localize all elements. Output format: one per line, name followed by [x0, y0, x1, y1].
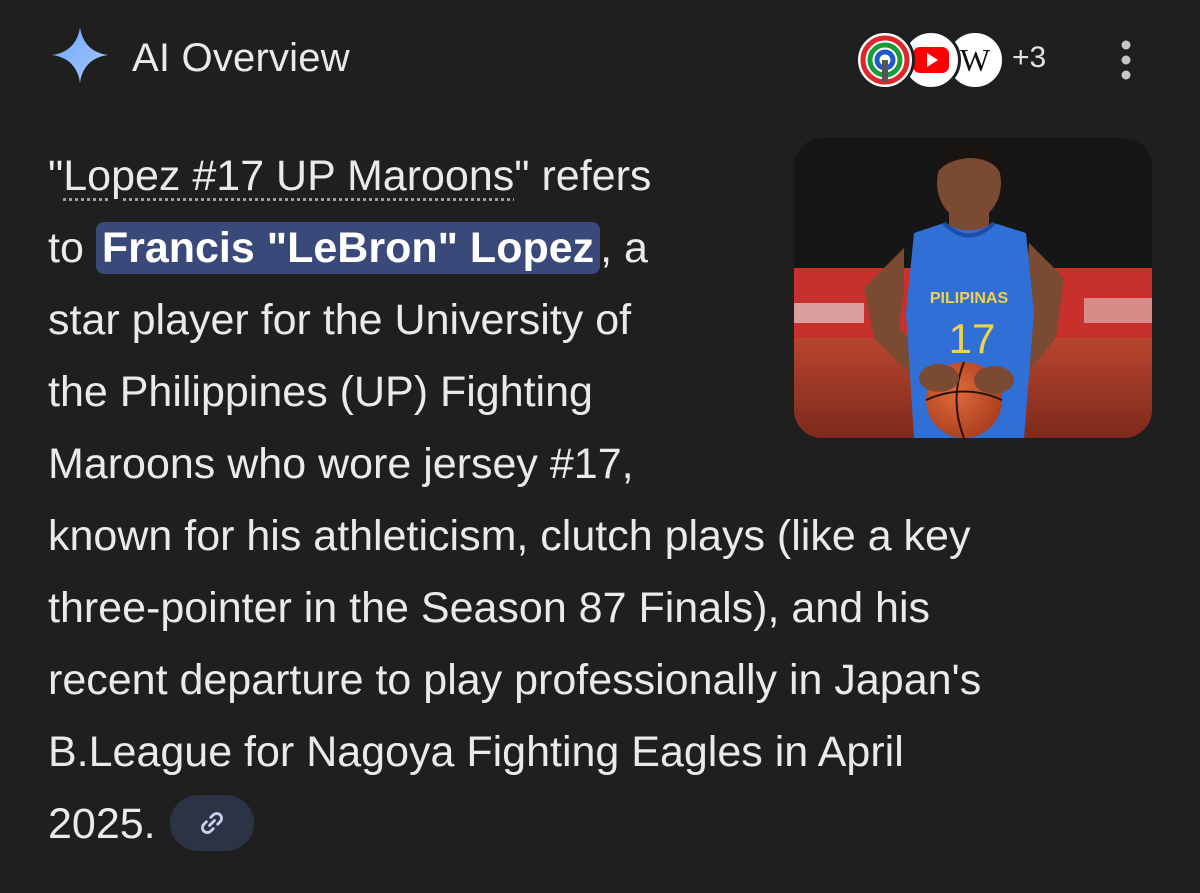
- quote-open: ": [48, 152, 64, 200]
- abs-cbn-logo-icon[interactable]: [855, 30, 915, 90]
- answer-line-6: known for his athleticism, clutch plays …: [48, 512, 971, 560]
- wikipedia-letter: W: [960, 42, 991, 78]
- answer-line-3: star player for the University of: [48, 296, 632, 344]
- answer-line-5: Maroons who wore jersey #17,: [48, 440, 634, 488]
- sparkle-icon: [50, 25, 110, 85]
- answer-line-2-post: , a: [600, 224, 648, 272]
- ai-overview-header: AI Overview W +3: [0, 0, 1200, 120]
- answer-line-1-rest: " refers: [514, 152, 652, 200]
- query-term-link[interactable]: Lopez #17 UP Maroons: [63, 152, 514, 200]
- ai-overview-answer: "Lopez #17 UP Maroons" refers to Francis…: [48, 140, 1158, 860]
- source-icons[interactable]: W +3: [855, 30, 1065, 90]
- answer-line-10-text: 2025.: [48, 800, 156, 848]
- answer-line-2-pre: to: [48, 224, 96, 272]
- header-title: AI Overview: [132, 36, 350, 80]
- highlighted-entity[interactable]: Francis "LeBron" Lopez: [95, 222, 601, 274]
- more-vert-icon[interactable]: [1104, 38, 1148, 82]
- answer-line-4: the Philippines (UP) Fighting: [48, 368, 593, 416]
- source-link-button[interactable]: [169, 794, 254, 851]
- more-sources-count[interactable]: +3: [1012, 40, 1046, 76]
- answer-line-7: three-pointer in the Season 87 Finals), …: [48, 584, 931, 632]
- answer-line-2: to Francis "LeBron" Lopez, a: [48, 212, 768, 284]
- link-icon: [200, 811, 223, 834]
- answer-line-10: 2025.: [48, 788, 1158, 860]
- answer-line-1: "Lopez #17 UP Maroons" refers: [48, 140, 768, 212]
- answer-line-8: recent departure to play professionally …: [48, 656, 982, 704]
- answer-line-9: B.League for Nagoya Fighting Eagles in A…: [48, 728, 904, 776]
